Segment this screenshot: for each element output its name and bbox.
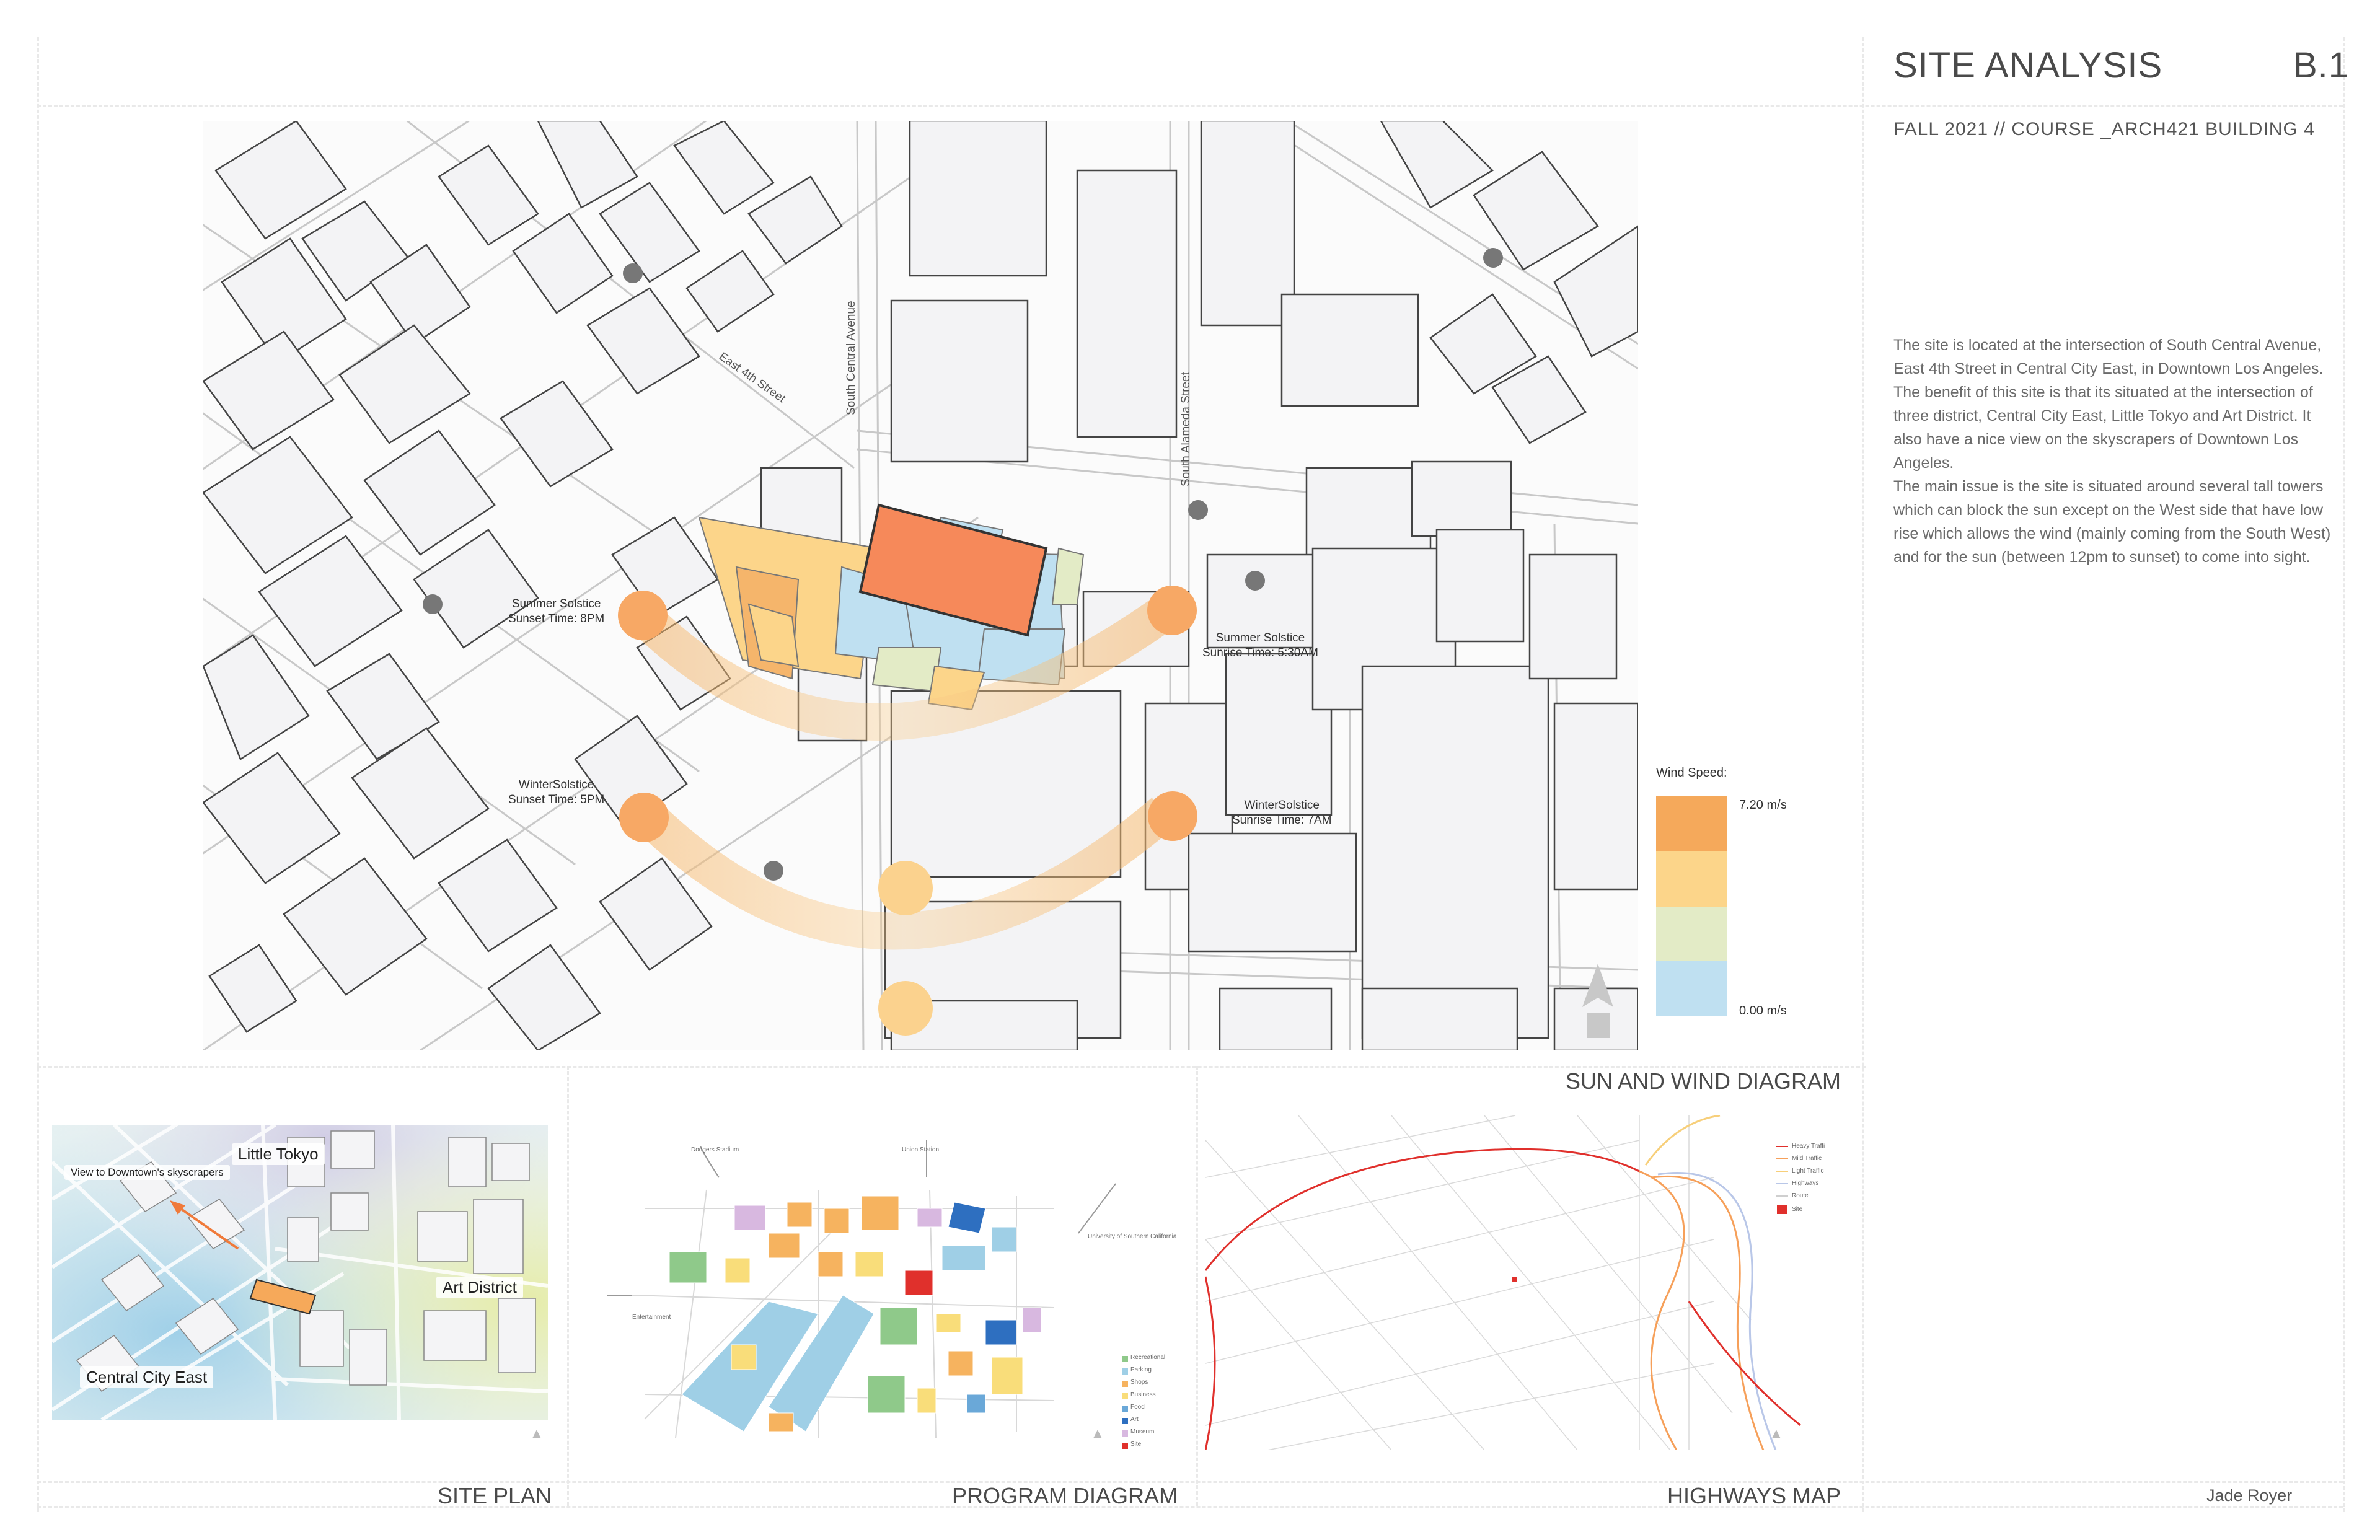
highways-map-canvas bbox=[1205, 1115, 1801, 1450]
program-legend-swatch bbox=[1122, 1406, 1128, 1412]
frame-line-top bbox=[37, 105, 2343, 107]
highway-site-marker bbox=[1512, 1277, 1517, 1282]
description-paragraph: The benefit of this site is that its sit… bbox=[1893, 384, 2313, 472]
highway-legend-item: Light Traffic bbox=[1792, 1168, 1824, 1174]
sun-label-line: Sunrise Time: 5:30AM bbox=[1202, 646, 1318, 659]
frame-line-left bbox=[37, 37, 39, 1512]
program-diagram-map: Dodgers Stadium Union Station University… bbox=[583, 1109, 1190, 1456]
sun-label-summer-sunrise: Summer Solstice Sunrise Time: 5:30AM bbox=[1202, 631, 1318, 661]
wind-legend-swatch bbox=[1656, 961, 1727, 1016]
page-title: SITE ANALYSIS bbox=[1893, 45, 2163, 86]
sun-label-line: WinterSolstice bbox=[1244, 799, 1320, 812]
wind-legend-title: Wind Speed: bbox=[1656, 766, 1727, 780]
sun-label-line: Sunrise Time: 7AM bbox=[1232, 814, 1332, 827]
wind-legend-bar bbox=[1656, 796, 1727, 1016]
sun-label-winter-sunset: WinterSolstice Sunset Time: 5PM bbox=[508, 778, 604, 807]
program-legend-item: Parking bbox=[1130, 1366, 1152, 1373]
program-legend-swatch bbox=[1122, 1430, 1128, 1437]
description-paragraph: The site is located at the intersection … bbox=[1893, 337, 2324, 377]
sun-wind-map-canvas bbox=[203, 121, 1638, 1050]
program-legend-swatch bbox=[1122, 1368, 1128, 1375]
sun-summer-sunrise bbox=[1147, 586, 1197, 635]
program-legend-swatch bbox=[1122, 1393, 1128, 1399]
program-legend-item: Site bbox=[1130, 1441, 1142, 1448]
site-description: The site is located at the intersection … bbox=[1893, 333, 2340, 569]
wind-legend-min: 0.00 m/s bbox=[1739, 1004, 1787, 1018]
sun-noon-winter bbox=[878, 981, 933, 1036]
sun-wind-map: East 4th Street South Central Avenue Sou… bbox=[203, 121, 1638, 1050]
label-program-diagram: PROGRAM DIAGRAM bbox=[951, 1483, 1178, 1508]
sun-summer-sunset bbox=[618, 591, 668, 640]
label-sun-wind-diagram: SUN AND WIND DIAGRAM bbox=[1565, 1068, 1841, 1094]
highways-map: Heavy Traffic Mild Traffic Light Traffic… bbox=[1205, 1115, 1825, 1450]
sun-winter-sunrise bbox=[1148, 791, 1197, 841]
label-highways-map: HIGHWAYS MAP bbox=[1667, 1483, 1841, 1508]
program-legend-item: Business bbox=[1130, 1391, 1156, 1398]
arrow-label-dodgers: Dodgers Stadium bbox=[691, 1146, 739, 1153]
frame-divider-2 bbox=[1196, 1066, 1198, 1506]
highway-legend-item: Route bbox=[1792, 1192, 1809, 1199]
north-arrow-icon: ▲ bbox=[1091, 1425, 1104, 1441]
course-subtitle: FALL 2021 // COURSE _ARCH421 BUILDING 4 bbox=[1893, 119, 2315, 139]
highway-heavy-traffic bbox=[1205, 1148, 1640, 1271]
sun-label-summer-sunset: Summer Solstice Sunset Time: 8PM bbox=[508, 597, 604, 627]
highway-legend-item: Site bbox=[1792, 1206, 1803, 1213]
sun-label-line: Summer Solstice bbox=[1215, 631, 1305, 645]
program-diagram-canvas bbox=[607, 1140, 1128, 1449]
highway-legend-swatches bbox=[1776, 1146, 1788, 1214]
program-legend-swatch bbox=[1122, 1418, 1128, 1424]
frame-line-mid bbox=[37, 1066, 1866, 1068]
sun-label-line: Sunset Time: 8PM bbox=[508, 612, 605, 625]
view-note: View to Downtown's skyscrapers bbox=[64, 1165, 230, 1180]
program-legend-item: Museum bbox=[1130, 1428, 1155, 1435]
program-legend-item: Recreational bbox=[1130, 1354, 1166, 1361]
sun-label-line: Summer Solstice bbox=[511, 597, 601, 610]
frame-divider-right bbox=[1862, 37, 1864, 1512]
site-plan-map: View to Downtown's skyscrapers Little To… bbox=[52, 1125, 548, 1420]
north-arrow-icon: ▲ bbox=[1770, 1425, 1783, 1441]
street-label-south-alameda: South Alameda Street bbox=[1179, 372, 1192, 486]
arrow-label-usc: University of Southern California bbox=[1088, 1233, 1177, 1240]
wind-legend-swatch bbox=[1656, 851, 1727, 907]
street-label-south-central: South Central Avenue bbox=[845, 301, 858, 415]
sun-winter-sunset bbox=[619, 793, 669, 842]
sun-label-line: WinterSolstice bbox=[518, 778, 594, 791]
arrow-label-entertainment: Entertainment bbox=[632, 1314, 671, 1321]
district-label-central-city-east: Central City East bbox=[80, 1366, 214, 1388]
program-legend-swatch bbox=[1122, 1356, 1128, 1362]
label-site-plan: SITE PLAN bbox=[437, 1483, 552, 1508]
wind-legend-swatch bbox=[1656, 906, 1727, 962]
description-paragraph: The main issue is the site is situated a… bbox=[1893, 478, 2331, 566]
program-legend-swatch bbox=[1122, 1381, 1128, 1387]
author-name: Jade Royer bbox=[2206, 1486, 2293, 1505]
program-legend-item: Shops bbox=[1130, 1379, 1148, 1386]
north-arrow-icon: ▲ bbox=[530, 1425, 544, 1441]
frame-line-right bbox=[2343, 37, 2345, 1512]
highway-legend-item: Mild Traffic bbox=[1792, 1155, 1822, 1162]
sun-label-line: Sunset Time: 5PM bbox=[508, 793, 605, 806]
wind-legend-max: 7.20 m/s bbox=[1739, 798, 1787, 812]
frame-divider-1 bbox=[567, 1066, 569, 1506]
district-label-little-tokyo: Little Tokyo bbox=[232, 1143, 325, 1165]
program-legend-item: Food bbox=[1130, 1404, 1145, 1410]
sun-noon-summer bbox=[878, 861, 933, 915]
highway-legend-item: Heavy Traffic bbox=[1792, 1143, 1825, 1150]
program-legend-swatches bbox=[1122, 1356, 1128, 1449]
sun-label-winter-sunrise: WinterSolstice Sunrise Time: 7AM bbox=[1232, 798, 1332, 828]
arrow-label-union-station: Union Station bbox=[902, 1146, 940, 1153]
district-label-art-district: Art District bbox=[436, 1277, 523, 1298]
sheet-code: B.1 bbox=[2293, 45, 2350, 86]
highway-legend-item: Highways bbox=[1792, 1180, 1819, 1187]
program-legend-item: Art bbox=[1130, 1416, 1139, 1423]
wind-legend-swatch bbox=[1656, 796, 1727, 851]
program-legend-swatch bbox=[1122, 1443, 1128, 1449]
